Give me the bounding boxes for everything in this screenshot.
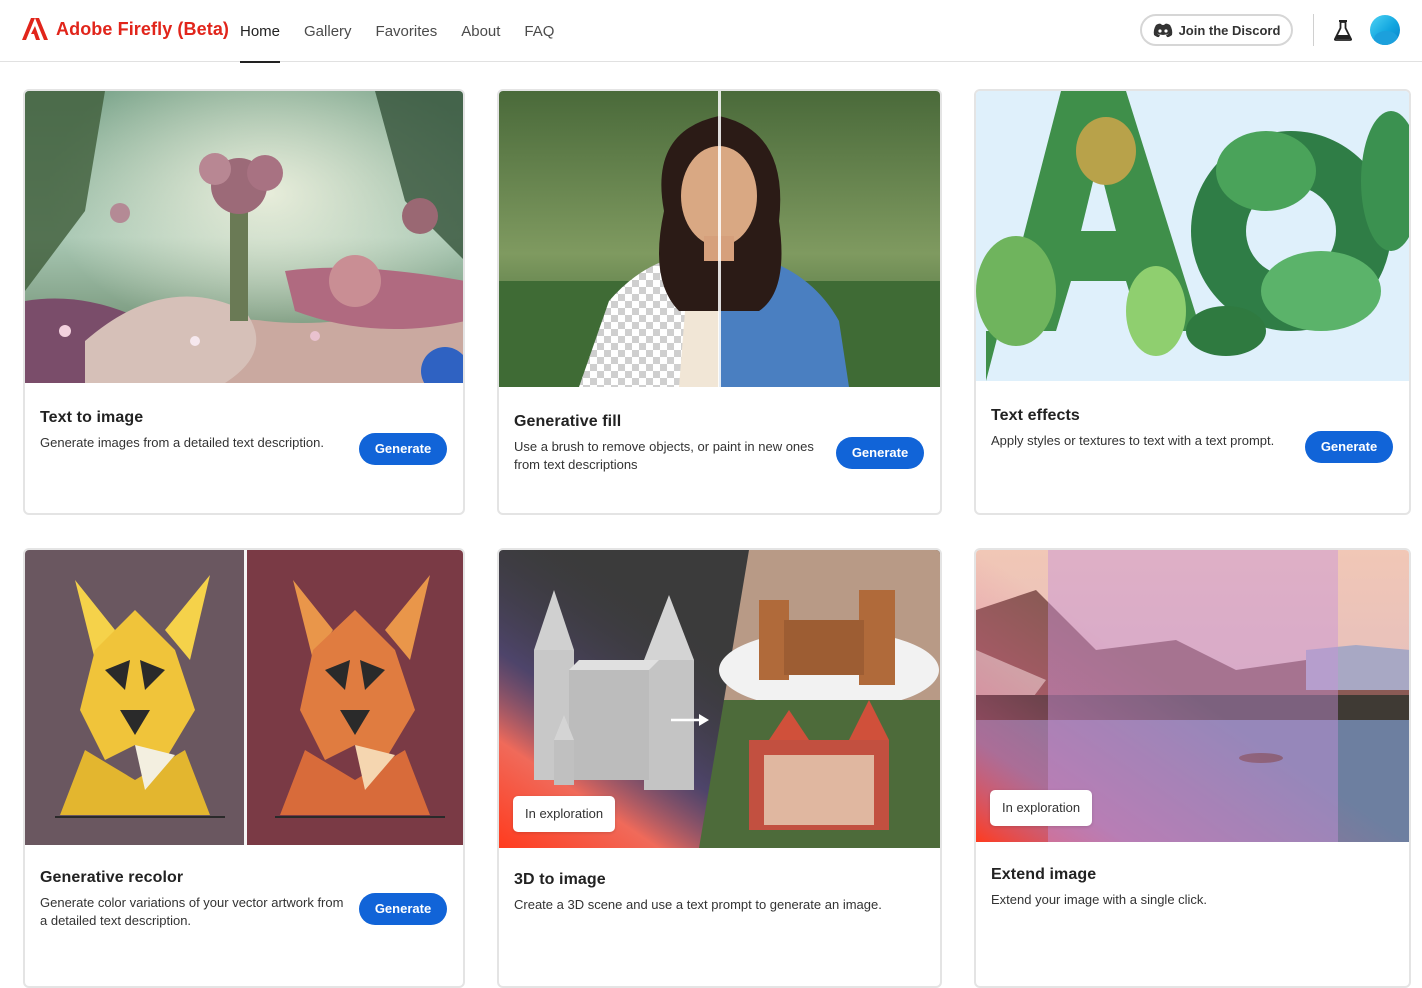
- generate-button[interactable]: Generate: [359, 893, 447, 925]
- card-image-dog-vector: [25, 550, 463, 845]
- labs-flask-icon[interactable]: [1334, 19, 1352, 41]
- card-description: Apply styles or textures to text with a …: [991, 433, 1275, 448]
- card-text-to-image[interactable]: Text to image Generate images from a det…: [23, 89, 465, 515]
- card-generative-recolor[interactable]: Generative recolor Generate color variat…: [23, 548, 465, 988]
- discord-label: Join the Discord: [1178, 22, 1281, 38]
- card-title: Generative fill: [514, 413, 622, 430]
- card-description: Create a 3D scene and use a text prompt …: [514, 897, 882, 912]
- card-image-castle-3d: In exploration: [499, 550, 940, 848]
- generate-button[interactable]: Generate: [1305, 431, 1393, 463]
- brand-name: Adobe Firefly (Beta): [56, 18, 230, 39]
- nav-about[interactable]: About: [461, 0, 500, 62]
- card-description: Generate color variations of your vector…: [40, 895, 344, 928]
- card-image-leafy-letters: [976, 91, 1409, 381]
- card-image-lake-landscape: In exploration: [976, 550, 1409, 842]
- in-exploration-badge: In exploration: [990, 790, 1093, 826]
- nav-faq[interactable]: FAQ: [524, 0, 554, 62]
- nav-favorites[interactable]: Favorites: [376, 0, 438, 62]
- adobe-logo-icon: [22, 18, 48, 40]
- nav-gallery[interactable]: Gallery: [304, 0, 352, 62]
- brand-logo[interactable]: Adobe Firefly (Beta): [22, 18, 229, 40]
- card-description: Generate images from a detailed text des…: [40, 435, 324, 450]
- card-title: Generative recolor: [40, 869, 184, 886]
- main-nav: Home Gallery Favorites About FAQ: [240, 0, 554, 63]
- top-nav-bar: Adobe Firefly (Beta) Home Gallery Favori…: [0, 0, 1422, 63]
- card-description: Use a brush to remove objects, or paint …: [514, 439, 814, 472]
- card-description: Extend your image with a single click.: [991, 892, 1208, 907]
- card-3d-to-image[interactable]: In exploration 3D to image Create a 3D s…: [497, 548, 942, 988]
- generate-button[interactable]: Generate: [359, 433, 447, 465]
- card-title: 3D to image: [514, 871, 606, 888]
- nav-home[interactable]: Home: [240, 0, 281, 63]
- card-image-fantasy-garden: [25, 91, 463, 383]
- card-title: Text to image: [40, 409, 144, 426]
- user-avatar[interactable]: [1370, 15, 1400, 45]
- card-generative-fill[interactable]: Generative fill Use a brush to remove ob…: [497, 89, 942, 515]
- join-discord-button[interactable]: Join the Discord: [1140, 14, 1293, 46]
- card-text-effects[interactable]: Text effects Apply styles or textures to…: [974, 89, 1411, 515]
- generate-button[interactable]: Generate: [836, 437, 924, 469]
- header-divider: [1313, 14, 1314, 46]
- card-image-woman-portrait: [499, 91, 940, 387]
- card-extend-image[interactable]: In exploration Extend image Extend your …: [974, 548, 1411, 988]
- card-title: Extend image: [991, 866, 1097, 883]
- in-exploration-badge: In exploration: [513, 796, 616, 832]
- card-title: Text effects: [991, 407, 1080, 424]
- discord-icon: [1153, 23, 1172, 37]
